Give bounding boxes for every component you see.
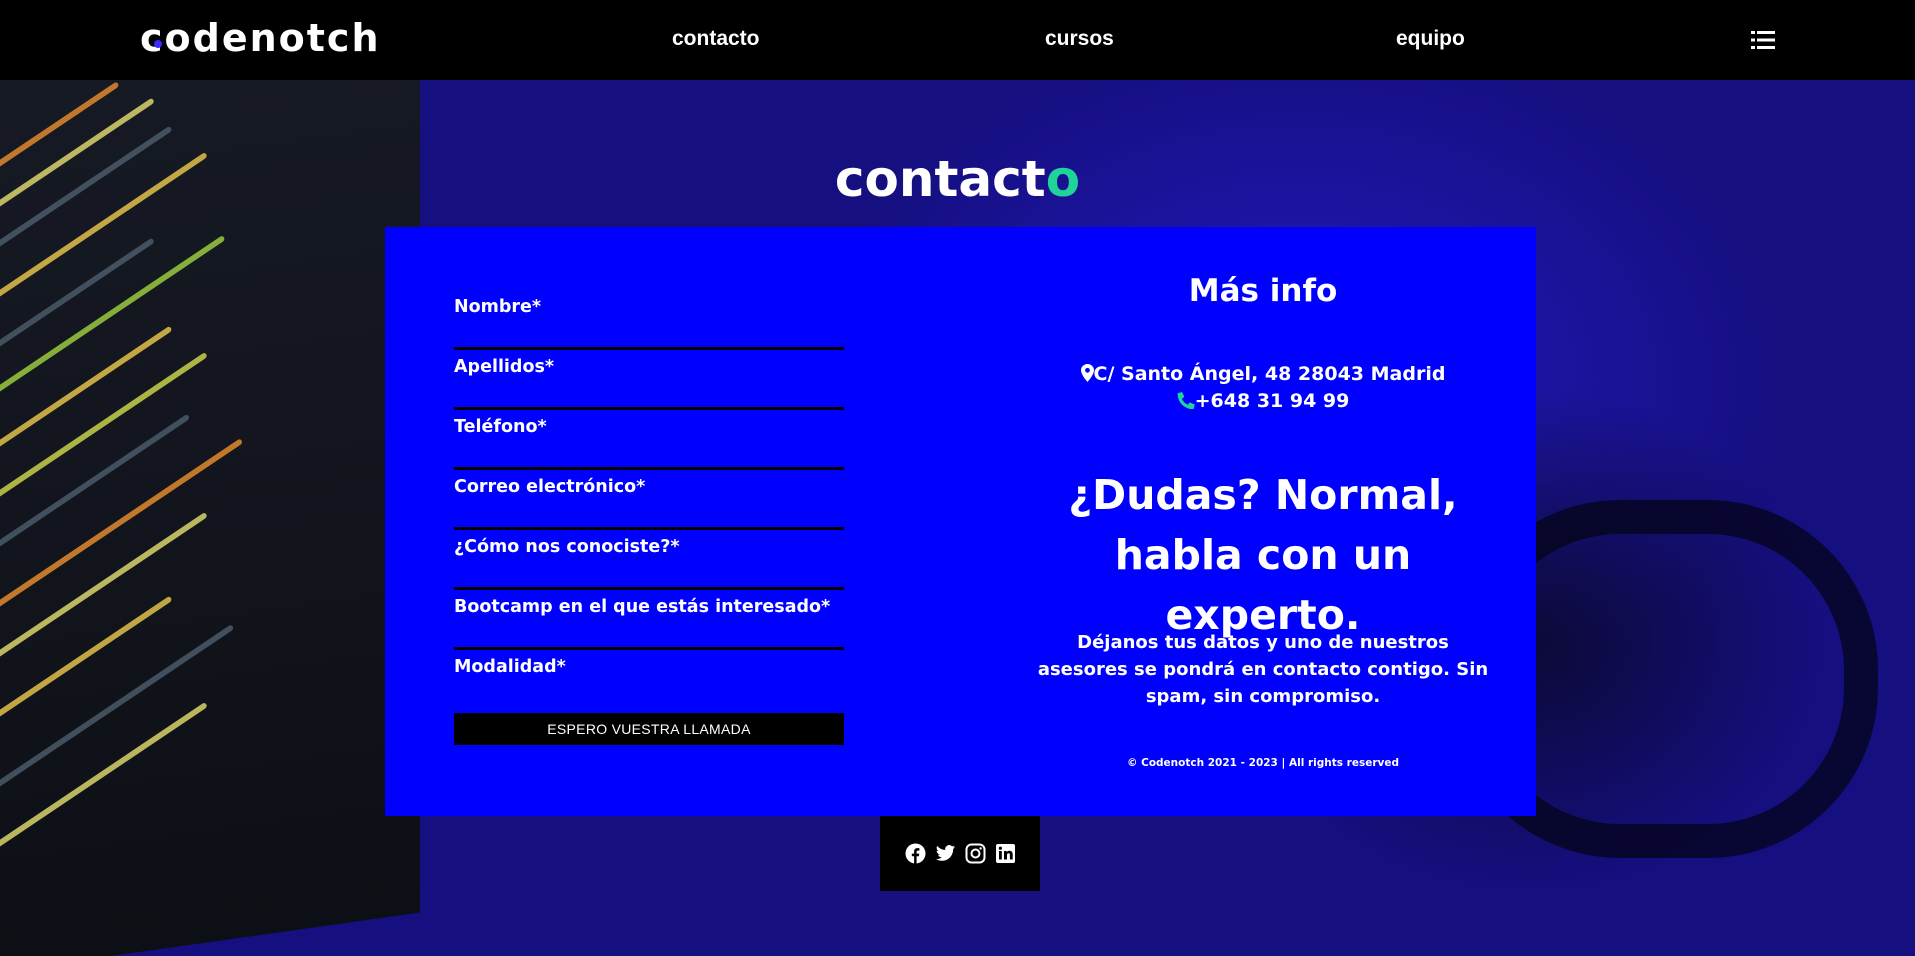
map-pin-icon [1080,364,1094,387]
field-label: Modalidad* [454,657,566,677]
bootcamp-input[interactable] [454,623,844,645]
page-title-accent: o [1045,150,1081,208]
phone-text: +648 31 94 99 [1194,390,1350,412]
phone-icon [1177,391,1195,414]
field-label: ¿Cómo nos conociste?* [454,537,680,557]
como-nos-conociste-input[interactable] [454,563,844,585]
nombre-input[interactable] [454,323,844,345]
field-underline [454,587,844,590]
logo-text: codenotch [140,16,381,60]
address-text: C/ Santo Ángel, 48 28043 Madrid [1093,363,1446,385]
info-title: Más info [1188,273,1338,309]
page-title: contacto [0,150,1915,208]
contact-form: Nombre* Apellidos* Teléfono* Correo elec… [454,295,844,745]
field-underline [454,467,844,470]
list-icon[interactable] [1751,30,1775,50]
field-modalidad: Modalidad* [454,655,844,715]
headline: ¿Dudas? Normal, habla con un experto. [1068,471,1458,639]
field-telefono: Teléfono* [454,415,844,475]
field-apellidos: Apellidos* [454,355,844,415]
social-bar [880,816,1040,891]
correo-input[interactable] [454,503,844,525]
field-bootcamp: Bootcamp en el que estás interesado* [454,595,844,655]
field-label: Apellidos* [454,357,555,377]
nav-link-cursos[interactable]: cursos [1045,27,1114,51]
field-underline [454,527,844,530]
copyright: © Codenotch 2021 - 2023 | All rights res… [1126,757,1400,769]
telefono-input[interactable] [454,443,844,465]
field-label: Correo electrónico* [454,477,646,497]
nav-link-contacto[interactable]: contacto [672,27,760,51]
address-line: C/ Santo Ángel, 48 28043 Madrid [1025,363,1501,387]
logo[interactable]: codenotch [140,16,381,60]
page-title-main: contact [834,150,1046,208]
modalidad-input[interactable] [454,683,844,705]
field-underline [454,647,844,650]
linkedin-icon[interactable] [995,843,1016,864]
field-nombre: Nombre* [454,295,844,355]
phone-line[interactable]: +648 31 94 99 [1025,390,1501,414]
nav-link-equipo[interactable]: equipo [1396,27,1465,51]
instagram-icon[interactable] [965,843,986,864]
twitter-icon[interactable] [935,843,956,864]
logo-dot [154,40,162,48]
field-underline [454,407,844,410]
monitor-code-image [0,80,420,956]
field-correo: Correo electrónico* [454,475,844,535]
blurb-text: Déjanos tus datos y uno de nuestros ases… [1037,632,1489,707]
facebook-icon[interactable] [905,843,926,864]
submit-button[interactable]: ESPERO VUESTRA LLAMADA [454,713,844,745]
field-underline [454,347,844,350]
field-label: Teléfono* [454,417,547,437]
field-label: Bootcamp en el que estás interesado* [454,597,831,617]
top-navbar: codenotch contacto cursos equipo [0,0,1915,80]
field-como-nos-conociste: ¿Cómo nos conociste?* [454,535,844,595]
field-label: Nombre* [454,297,542,317]
apellidos-input[interactable] [454,383,844,405]
contact-panel: Nombre* Apellidos* Teléfono* Correo elec… [385,227,1536,816]
